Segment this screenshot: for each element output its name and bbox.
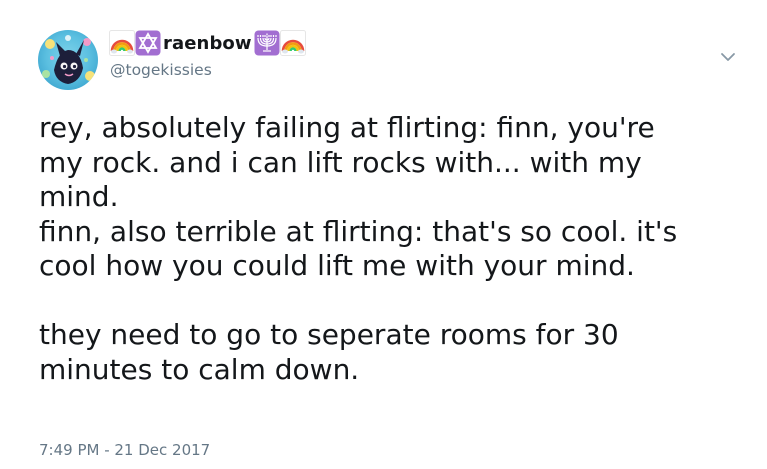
tweet-text: rey, absolutely failing at flirting: fin… — [39, 111, 739, 387]
display-name[interactable]: raenbow — [163, 33, 252, 54]
tweet-text-line: mind. — [39, 180, 119, 213]
tweet-timestamp[interactable]: 7:49 PM - 21 Dec 2017 — [39, 441, 210, 459]
avatar[interactable] — [38, 30, 98, 90]
tweet-text-line: my rock. and i can lift rocks with... wi… — [39, 145, 642, 179]
tweet-text-line: they need to go to seperate rooms for 30 — [39, 318, 619, 351]
tweet-text-line — [39, 284, 739, 319]
tweet-text-line: cool how you could lift me with your min… — [39, 249, 635, 282]
tweet-card: raenbow @togekissies rey, absolutely fai… — [0, 0, 767, 469]
display-name-row[interactable]: raenbow — [109, 28, 306, 58]
chevron-down-icon[interactable] — [716, 49, 740, 65]
tweet-text-line: minutes to calm down. — [39, 352, 360, 386]
rainbow-emoji — [109, 30, 135, 56]
user-handle[interactable]: @togekissies — [110, 61, 306, 79]
tweet-text-line: rey, absolutely failing at flirting: fin… — [39, 111, 655, 144]
menorah-emoji — [254, 30, 280, 56]
rainbow-emoji — [279, 30, 306, 56]
tweet-text-line: finn, also terrible at flirting: that's … — [39, 214, 678, 248]
author-info[interactable]: raenbow @togekissies — [109, 28, 306, 79]
avatar-image — [38, 30, 98, 90]
star-of-david-emoji — [135, 30, 161, 56]
